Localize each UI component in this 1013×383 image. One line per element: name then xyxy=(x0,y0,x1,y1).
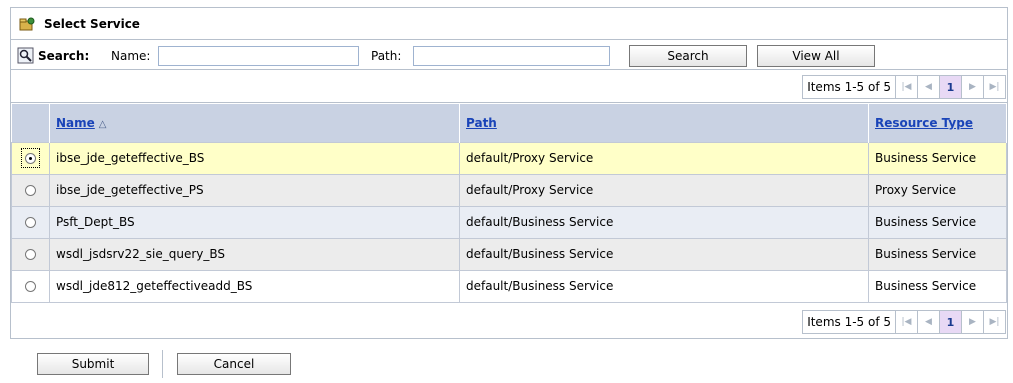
resource-type-cell: Business Service xyxy=(868,237,1007,271)
table-row[interactable]: ibse_jde_geteffective_PS default/Proxy S… xyxy=(11,173,1007,207)
pager-bottom: Items 1-5 of 5 |◀ ◀ 1 ▶ ▶| xyxy=(802,310,1006,334)
panel-title: Select Service xyxy=(44,16,140,31)
search-label: Search: xyxy=(38,49,90,63)
pager-top: Items 1-5 of 5 |◀ ◀ 1 ▶ ▶| xyxy=(802,75,1006,99)
cancel-button[interactable]: Cancel xyxy=(177,353,291,375)
last-page-icon[interactable]: ▶| xyxy=(984,310,1006,334)
select-column-header xyxy=(11,104,50,142)
name-label: Name: xyxy=(111,49,151,63)
service-name-cell: Psft_Dept_BS xyxy=(49,205,460,239)
first-page-icon[interactable]: |◀ xyxy=(896,75,918,99)
table-header-row: Name △ Path Resource Type xyxy=(11,104,1007,142)
row-radio-button[interactable] xyxy=(25,153,36,164)
path-search-input[interactable] xyxy=(413,46,610,66)
first-page-icon[interactable]: |◀ xyxy=(896,310,918,334)
row-radio-button[interactable] xyxy=(25,281,36,292)
resource-type-cell: Business Service xyxy=(868,205,1007,239)
table-row[interactable]: wsdl_jsdsrv22_sie_query_BS default/Busin… xyxy=(11,237,1007,271)
service-path-cell: default/Business Service xyxy=(459,205,869,239)
service-path-cell: default/Proxy Service xyxy=(459,173,869,207)
dialog-footer: Submit Cancel xyxy=(0,341,1013,383)
name-sort-link[interactable]: Name xyxy=(56,116,95,130)
row-select-cell[interactable] xyxy=(11,269,50,303)
last-page-icon[interactable]: ▶| xyxy=(984,75,1006,99)
row-select-cell[interactable] xyxy=(11,205,50,239)
submit-button[interactable]: Submit xyxy=(37,353,149,375)
service-folder-icon xyxy=(19,16,35,32)
row-select-cell[interactable] xyxy=(11,141,50,175)
row-select-cell[interactable] xyxy=(11,173,50,207)
service-name-cell: ibse_jde_geteffective_BS xyxy=(49,141,460,175)
radio-focus-box xyxy=(21,148,40,168)
row-radio-button[interactable] xyxy=(25,217,36,228)
prev-page-icon[interactable]: ◀ xyxy=(918,310,940,334)
table-row[interactable]: wsdl_jde812_geteffectiveadd_BS default/B… xyxy=(11,269,1007,303)
resource-type-sort-link[interactable]: Resource Type xyxy=(875,116,973,130)
row-radio-button[interactable] xyxy=(25,185,36,196)
resource-type-column-header[interactable]: Resource Type xyxy=(868,104,1007,142)
service-path-cell: default/Business Service xyxy=(459,237,869,271)
service-path-cell: default/Business Service xyxy=(459,269,869,303)
service-name-cell: ibse_jde_geteffective_PS xyxy=(49,173,460,207)
path-column-header[interactable]: Path xyxy=(459,104,869,142)
pager-bottom-row: Items 1-5 of 5 |◀ ◀ 1 ▶ ▶| xyxy=(11,306,1007,338)
services-table: Name △ Path Resource Type ibse_jde_geteff… xyxy=(11,104,1007,303)
row-radio-button[interactable] xyxy=(25,249,36,260)
panel-titlebar: Select Service xyxy=(11,8,1007,40)
current-page-number: 1 xyxy=(940,310,962,334)
table-row[interactable]: ibse_jde_geteffective_BS default/Proxy S… xyxy=(11,141,1007,175)
resource-type-cell: Business Service xyxy=(868,269,1007,303)
search-button[interactable]: Search xyxy=(629,45,747,67)
row-select-cell[interactable] xyxy=(11,237,50,271)
service-path-cell: default/Proxy Service xyxy=(459,141,869,175)
path-label: Path: xyxy=(371,49,402,63)
pager-top-row: Items 1-5 of 5 |◀ ◀ 1 ▶ ▶| xyxy=(11,71,1007,103)
name-search-input[interactable] xyxy=(158,46,359,66)
sort-ascending-icon: △ xyxy=(98,118,107,130)
resource-type-cell: Business Service xyxy=(868,141,1007,175)
next-page-icon[interactable]: ▶ xyxy=(962,310,984,334)
path-sort-link[interactable]: Path xyxy=(466,116,497,130)
select-service-panel: Select Service Search: Name: Path: Searc… xyxy=(10,7,1008,339)
search-bar: Search: Name: Path: Search View All xyxy=(11,41,1007,70)
prev-page-icon[interactable]: ◀ xyxy=(918,75,940,99)
service-name-cell: wsdl_jde812_geteffectiveadd_BS xyxy=(49,269,460,303)
current-page-number: 1 xyxy=(940,75,962,99)
resource-type-cell: Proxy Service xyxy=(868,173,1007,207)
items-count: Items 1-5 of 5 xyxy=(802,310,896,334)
name-column-header[interactable]: Name △ xyxy=(49,104,460,142)
service-name-cell: wsdl_jsdsrv22_sie_query_BS xyxy=(49,237,460,271)
items-count: Items 1-5 of 5 xyxy=(802,75,896,99)
next-page-icon[interactable]: ▶ xyxy=(962,75,984,99)
footer-divider xyxy=(162,350,163,378)
search-icon xyxy=(17,47,34,64)
view-all-button[interactable]: View All xyxy=(757,45,875,67)
table-row[interactable]: Psft_Dept_BS default/Business Service Bu… xyxy=(11,205,1007,239)
